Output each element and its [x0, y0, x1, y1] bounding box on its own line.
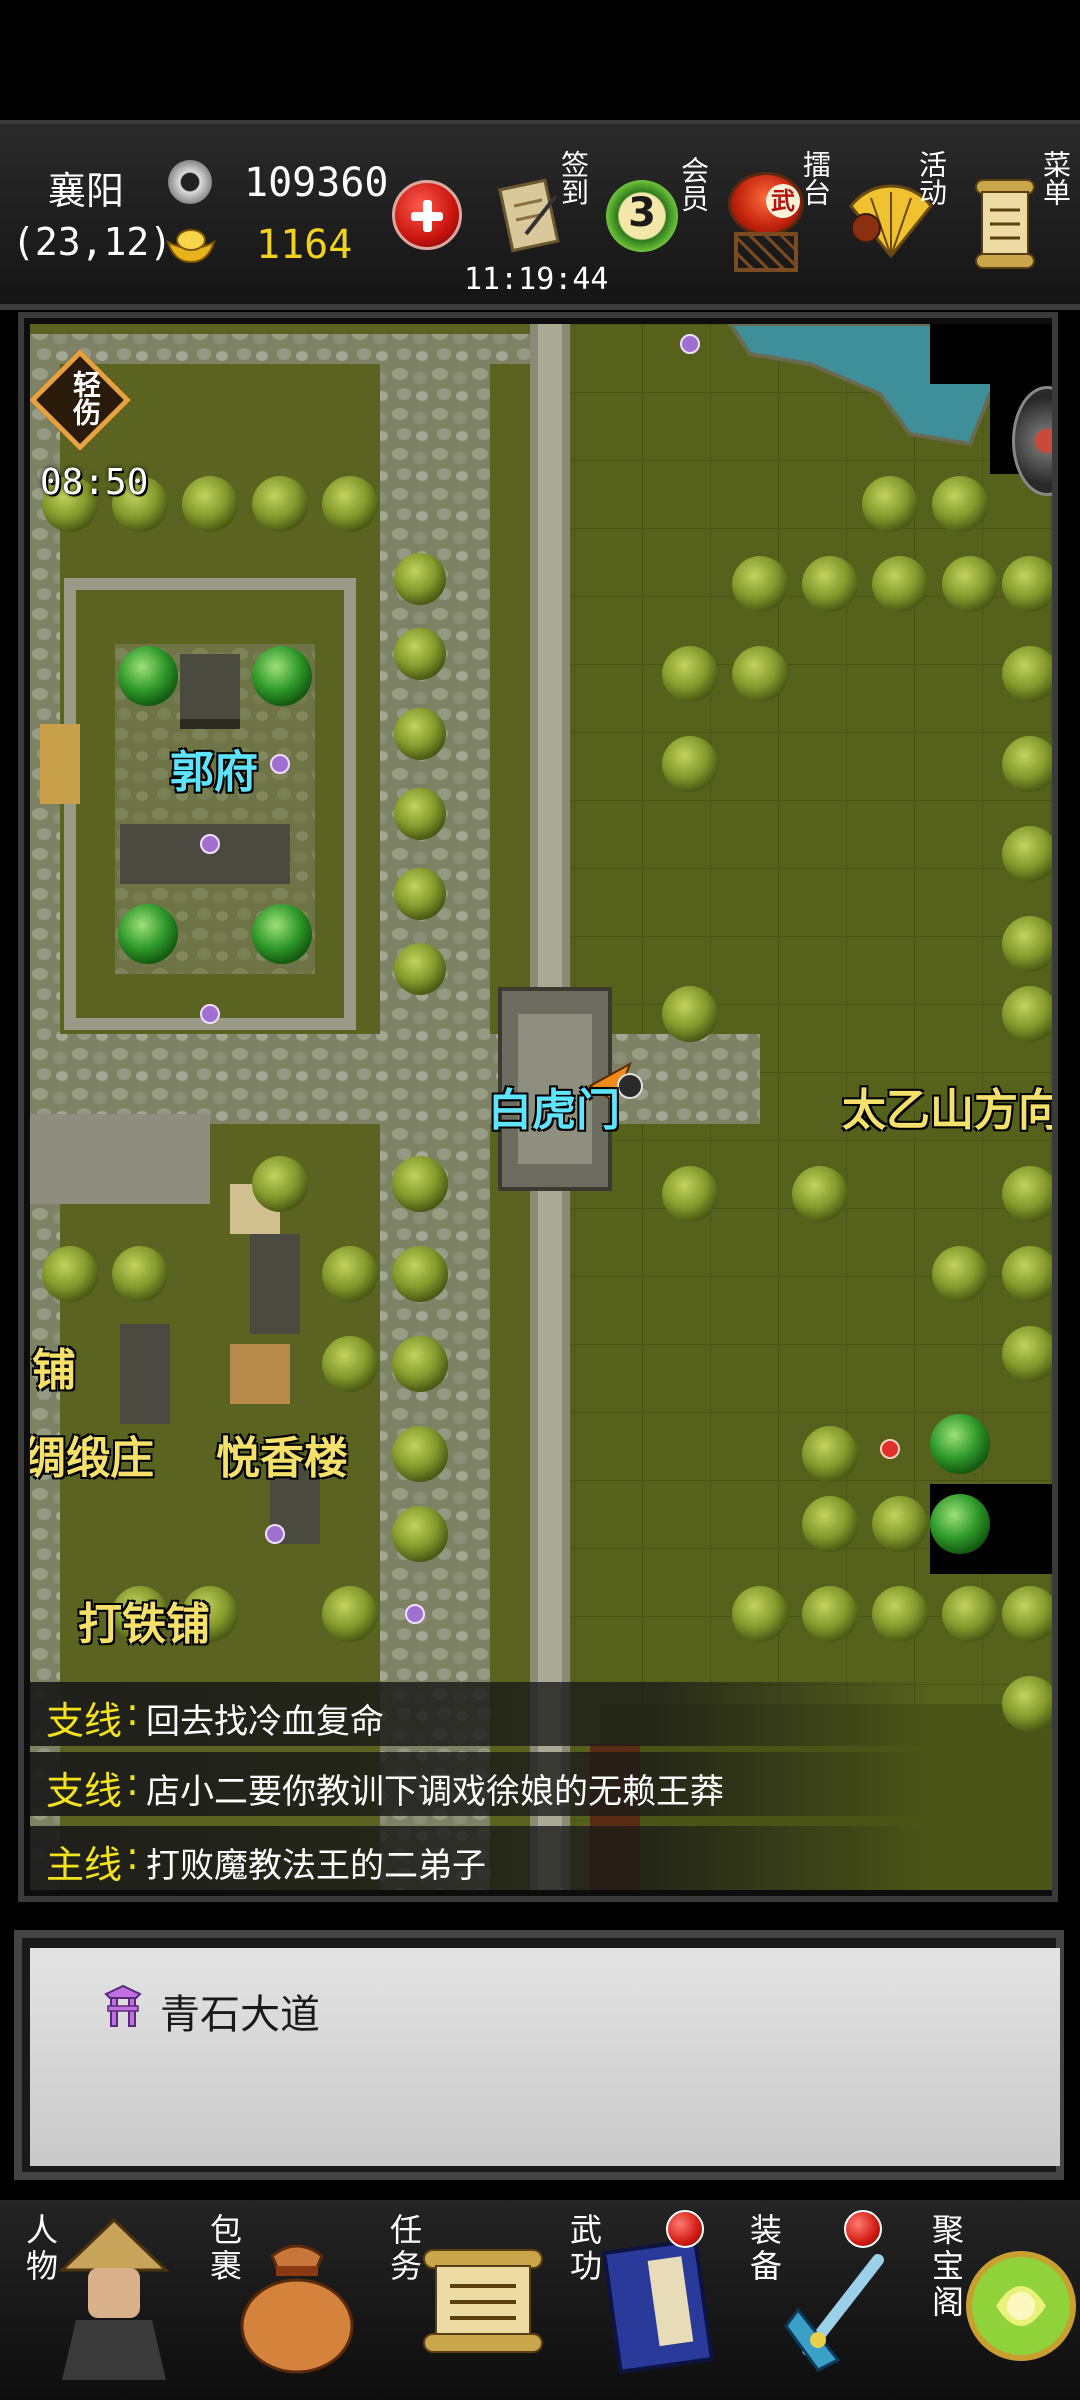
top-menu-label-event: 活动 — [915, 150, 948, 206]
martial-arts-book-icon — [601, 2237, 715, 2375]
map-label-silk-shop[interactable]: 绸缎庄 — [30, 1422, 154, 1486]
injury-status-timer: 08:50 — [40, 462, 149, 503]
nav-bag-button[interactable]: 包裹 — [198, 2210, 368, 2380]
top-menu-label-menu: 菜单 — [1039, 150, 1072, 206]
top-menu-label-arena: 擂台 — [799, 150, 832, 206]
treasure-shop-icon — [966, 2251, 1076, 2361]
nav-quest-button[interactable]: 任务 — [378, 2210, 548, 2380]
nav-treasure-shop-button[interactable]: 聚宝阁 — [920, 2210, 1080, 2380]
quest-separator: : — [126, 1760, 139, 1804]
quest-text: 店小二要你教训下调戏徐娘的无赖王莽 — [146, 1772, 724, 1812]
quest-type: 支线 — [46, 1699, 123, 1743]
quest-scroll-icon — [423, 2249, 543, 2353]
quest-separator: : — [126, 1690, 139, 1734]
gate-location-icon — [104, 1984, 142, 2027]
vip-level: 3 — [628, 190, 656, 236]
quest-entry[interactable]: 支线 : 回去找冷血复命 — [30, 1682, 930, 1746]
gold-ingot-icon — [166, 229, 216, 264]
quest-separator: : — [126, 1834, 139, 1878]
map-label-taiyi-direction[interactable]: 太乙山方向 — [842, 1074, 1052, 1138]
location-name: 襄阳 — [48, 169, 125, 213]
map-label-shop[interactable]: 铺 — [32, 1334, 76, 1398]
map-label-guo-mansion[interactable]: 郭府 — [170, 736, 258, 800]
map-label-blacksmith[interactable]: 打铁铺 — [78, 1588, 210, 1652]
top-menu-label-sign-in: 签到 — [557, 150, 590, 206]
map-label-white-tiger-gate[interactable]: 白虎门 — [488, 1074, 620, 1138]
info-location-text: 青石大道 — [160, 1992, 320, 2038]
vip-badge-icon[interactable]: 3 — [606, 180, 678, 252]
top-menu-label-vip: 会员 — [677, 156, 710, 212]
scroll-sign-in-icon[interactable] — [496, 176, 566, 256]
quest-entry[interactable]: 主线 : 打败魔教法王的二弟子 — [30, 1826, 930, 1890]
quest-entry[interactable]: 支线 : 店小二要你教训下调戏徐娘的无赖王莽 — [30, 1752, 930, 1816]
equipment-sword-icon — [784, 2254, 884, 2372]
silver-amount: 109360 — [244, 160, 389, 206]
game-clock: 11:19:44 — [464, 262, 609, 297]
arena-emblem: 武 — [766, 184, 800, 218]
notification-dot — [666, 2210, 704, 2248]
arena-drum-icon[interactable]: 武 — [724, 172, 808, 276]
nav-martial-arts-button[interactable]: 武功 — [558, 2210, 728, 2380]
nav-equipment-button[interactable]: 装备 — [738, 2210, 908, 2380]
notification-dot — [844, 2210, 882, 2248]
game-map[interactable]: 轻伤 08:50 郭府 白虎门 太乙山方向 铺 绸缎庄 悦香楼 打铁铺 — [30, 324, 1052, 1890]
info-panel — [30, 1948, 1060, 2166]
silver-coin-icon — [168, 160, 212, 204]
gold-amount: 1164 — [256, 222, 353, 268]
quest-type: 主线 — [46, 1843, 123, 1887]
nav-character-button[interactable]: 人物 — [14, 2210, 184, 2380]
quest-text: 打败魔教法王的二弟子 — [146, 1846, 486, 1886]
bag-icon — [240, 2244, 354, 2374]
injury-status-label: 轻伤 — [69, 370, 102, 426]
recharge-plus-button[interactable] — [392, 180, 462, 250]
map-label-yuexiang-tower[interactable]: 悦香楼 — [216, 1422, 348, 1486]
quest-type: 支线 — [46, 1769, 123, 1813]
quest-text: 回去找冷血复命 — [146, 1702, 384, 1742]
status-bar — [0, 0, 1080, 120]
menu-scroll-icon[interactable] — [970, 176, 1040, 272]
character-icon — [58, 2217, 170, 2380]
location-coords: (23,12) — [12, 220, 173, 264]
